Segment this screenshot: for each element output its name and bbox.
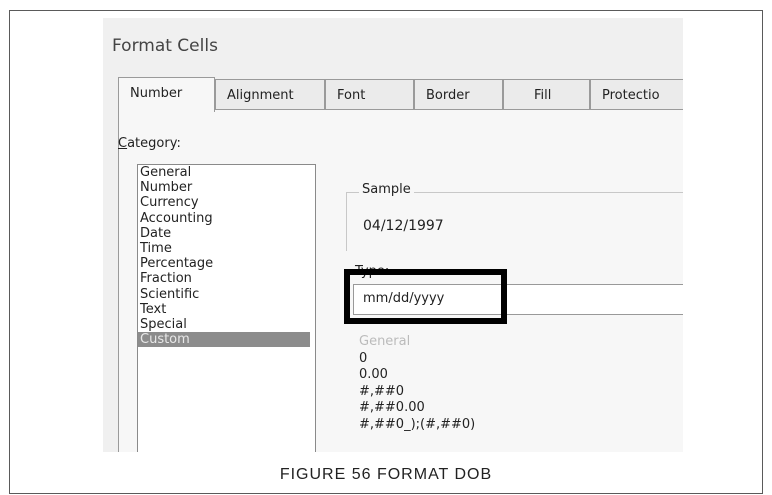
category-label: Category:: [118, 136, 181, 151]
tab-fill[interactable]: Fill: [503, 79, 590, 110]
format-code-list[interactable]: General 0 0.00 #,##0 #,##0.00 #,##0_);(#…: [359, 334, 475, 434]
tab-protection[interactable]: Protectio: [590, 79, 683, 110]
sample-label: Sample: [359, 182, 414, 197]
tab-bar: Number Alignment Font Border Fill Protec…: [118, 77, 683, 112]
category-list[interactable]: General Number Currency Accounting Date …: [137, 164, 316, 452]
category-item-time[interactable]: Time: [138, 241, 315, 256]
tab-font[interactable]: Font: [325, 79, 414, 110]
category-item-general[interactable]: General: [138, 165, 315, 180]
tab-number[interactable]: Number: [118, 77, 215, 112]
format-item-thousands-decimal[interactable]: #,##0.00: [359, 400, 475, 417]
format-item-thousands[interactable]: #,##0: [359, 384, 475, 401]
format-item-general[interactable]: General: [359, 334, 475, 351]
category-item-percentage[interactable]: Percentage: [138, 256, 315, 271]
type-highlight-box: [344, 269, 507, 324]
category-item-date[interactable]: Date: [138, 226, 315, 241]
category-item-custom[interactable]: Custom: [138, 332, 310, 348]
category-item-accounting[interactable]: Accounting: [138, 211, 315, 226]
category-item-fraction[interactable]: Fraction: [138, 271, 315, 286]
category-item-currency[interactable]: Currency: [138, 195, 315, 210]
format-item-accounting[interactable]: #,##0_);(#,##0): [359, 417, 475, 434]
category-item-number[interactable]: Number: [138, 180, 315, 195]
category-item-text[interactable]: Text: [138, 302, 315, 317]
format-item-0-00[interactable]: 0.00: [359, 367, 475, 384]
tab-alignment[interactable]: Alignment: [215, 79, 325, 110]
sample-value: 04/12/1997: [363, 218, 444, 234]
dialog-title: Format Cells: [112, 36, 218, 56]
category-item-scientific[interactable]: Scientific: [138, 287, 315, 302]
figure-caption: FIGURE 56 FORMAT DOB: [279, 466, 493, 483]
format-cells-dialog: Format Cells Number Alignment Font Borde…: [103, 18, 683, 452]
category-item-special[interactable]: Special: [138, 317, 315, 332]
tab-border[interactable]: Border: [414, 79, 503, 110]
format-item-0[interactable]: 0: [359, 351, 475, 368]
